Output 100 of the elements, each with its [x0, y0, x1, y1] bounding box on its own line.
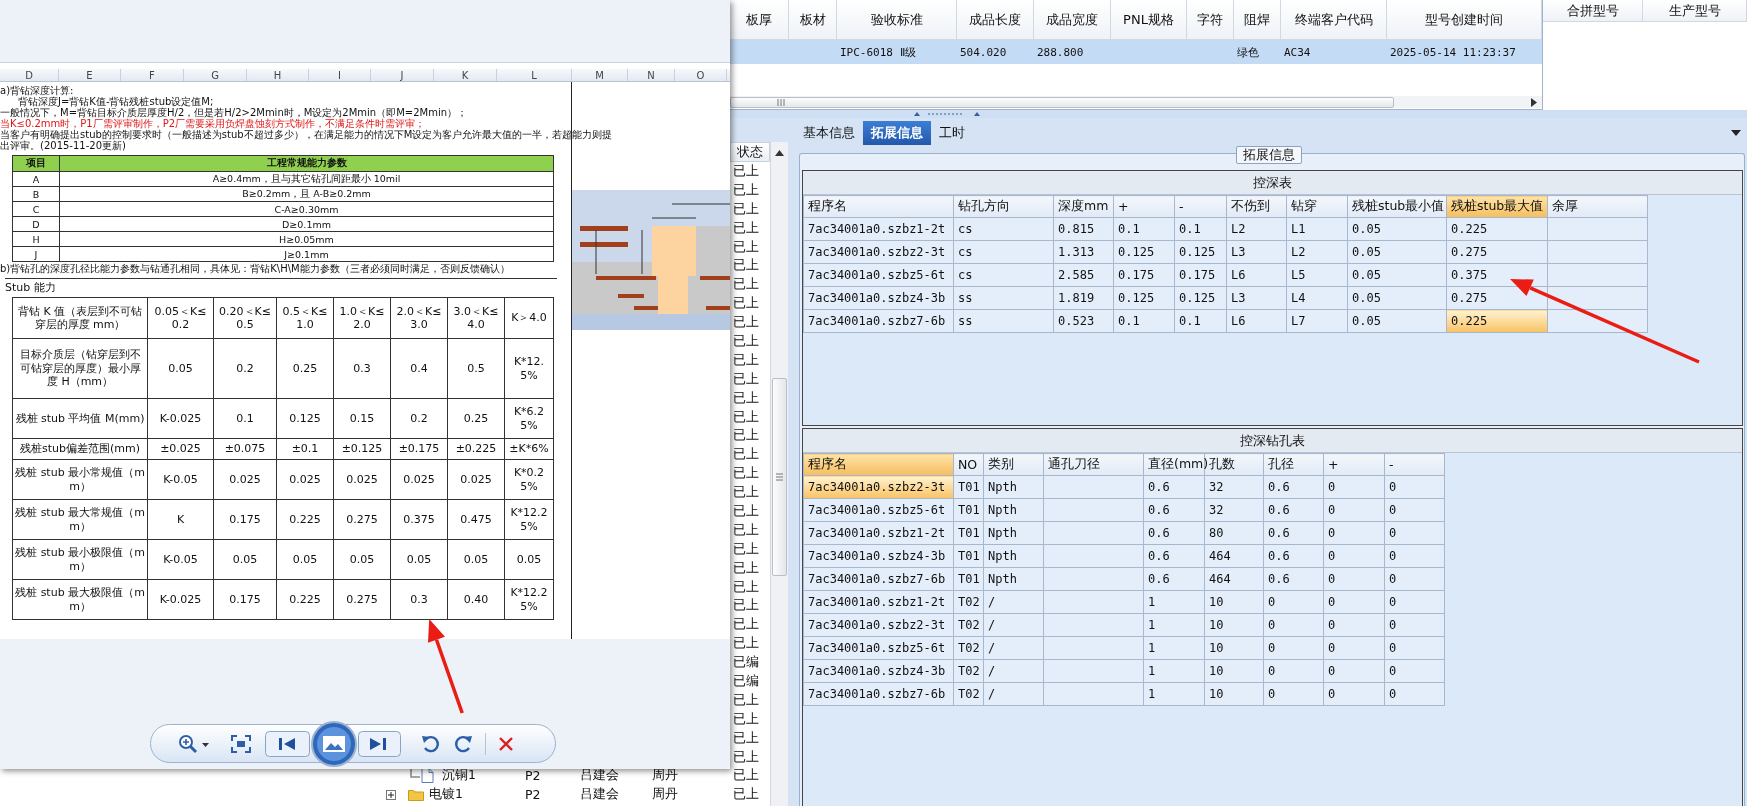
table-cell[interactable]: 7ac34001a0.szbz5-6t: [803, 498, 954, 522]
table-cell[interactable]: 7ac34001a0.szbz5-6t: [803, 263, 954, 287]
table-cell: K-0.025: [147, 398, 214, 439]
column-header[interactable]: D: [0, 69, 59, 81]
column-header[interactable]: 状态: [730, 142, 770, 162]
column-header[interactable]: E: [59, 69, 121, 81]
column-header[interactable]: N: [628, 69, 675, 81]
table-cell: 目标介质层（钻穿层到不可钻穿层的厚度）最小厚度 H（mm）: [12, 338, 148, 399]
table-cell: 0.025: [333, 459, 391, 500]
table-cell[interactable]: 7ac34001a0.szbz5-6t: [803, 636, 954, 660]
column-header[interactable]: I: [309, 69, 371, 81]
table-cell-text: 已上: [732, 502, 760, 520]
table-cell: D: [12, 216, 60, 232]
column-header[interactable]: 板厚: [730, 0, 789, 40]
table-cell: K*12.25%: [504, 579, 554, 620]
column-header[interactable]: H: [247, 69, 309, 81]
table-cell[interactable]: 7ac34001a0.szbz4-3b: [803, 659, 954, 683]
column-header[interactable]: -: [1174, 195, 1227, 218]
column-header[interactable]: 深度mm: [1053, 195, 1114, 218]
column-header[interactable]: 钻穿: [1286, 195, 1348, 218]
column-header[interactable]: F: [121, 69, 184, 81]
table-cell-text: 已上: [732, 539, 760, 558]
column-header[interactable]: PNL规格: [1111, 0, 1187, 40]
tab[interactable]: 工时: [931, 121, 973, 145]
table-cell: 背钻 K 值（表层到不可钻穿层的厚度 mm）: [12, 297, 148, 339]
table-cell: 0.375: [390, 499, 448, 540]
column-header[interactable]: 余厚: [1547, 195, 1648, 218]
column-header[interactable]: J: [371, 69, 434, 81]
column-header[interactable]: 通孔刀径: [1043, 453, 1144, 476]
note-line: a)背钻深度计算:: [0, 85, 74, 96]
column-header[interactable]: 合拼型号: [1543, 0, 1643, 22]
column-header[interactable]: 程序名: [803, 453, 954, 476]
table-cell-text: 已上: [732, 313, 760, 332]
column-header[interactable]: M: [572, 69, 628, 81]
tree-item-label[interactable]: 沉铜1: [442, 767, 476, 785]
column-header[interactable]: L: [497, 69, 572, 81]
table-cell[interactable]: 7ac34001a0.szbz4-3b: [803, 286, 954, 310]
column-header[interactable]: 残桩stub最大值: [1446, 195, 1548, 218]
column-header[interactable]: 钻孔方向: [953, 195, 1054, 218]
column-header[interactable]: NO: [953, 453, 984, 476]
column-header[interactable]: 类别: [983, 453, 1044, 476]
column-header[interactable]: 型号创建时间: [1387, 0, 1542, 40]
column-header[interactable]: -: [1384, 453, 1445, 476]
column-header[interactable]: +: [1323, 453, 1385, 476]
table-cell: K-0.05: [147, 539, 214, 580]
tab[interactable]: 基本信息: [795, 121, 863, 145]
table-cell: 0.05: [390, 539, 448, 580]
tab[interactable]: 拓展信息: [863, 121, 931, 145]
column-header[interactable]: 程序名: [803, 195, 954, 218]
column-header[interactable]: 直径(mm): [1143, 453, 1205, 476]
column-header[interactable]: O: [675, 69, 727, 81]
table-cell[interactable]: 7ac34001a0.szbz2-3t: [803, 613, 954, 637]
table-cell-text: 已上: [732, 275, 760, 294]
table-cell[interactable]: 7ac34001a0.szbz2-3t: [803, 240, 954, 264]
column-header[interactable]: 成品宽度: [1034, 0, 1111, 40]
table-cell: ±0.225: [447, 438, 505, 460]
table-cell[interactable]: 7ac34001a0.szbz1-2t: [803, 521, 954, 545]
table-cell-text: 已上: [732, 332, 760, 350]
table-cell: 0.05: [447, 539, 505, 580]
column-header[interactable]: 生产型号: [1643, 0, 1747, 22]
column-header[interactable]: +: [1113, 195, 1175, 218]
note-line: 一般情况下，M=背钻目标介质层厚度H/2，但是若H/2>2Mmin时，M设定为2Mmin（即M=2Mmin）；: [0, 107, 468, 118]
table-row[interactable]: IPC-6018 Ⅱ级 504.020 288.800 绿色 AC34 2025-05-14 11:23:37: [730, 40, 1542, 64]
table-cell[interactable]: 7ac34001a0.szbz2-3t: [803, 475, 954, 499]
table-cell: H: [12, 231, 60, 247]
table-cell: 0.025: [276, 459, 334, 500]
column-header[interactable]: 阻焊: [1234, 0, 1281, 40]
column-header[interactable]: 残桩stub最小值: [1347, 195, 1447, 218]
tree-item-label[interactable]: 电镀1: [429, 786, 463, 804]
table-cell: 0.5: [447, 338, 505, 399]
column-header[interactable]: 终端客户代码: [1281, 0, 1387, 40]
column-header[interactable]: 成品长度: [957, 0, 1034, 40]
table-cell: 0.275: [333, 499, 391, 540]
table-cell-text: 288.800: [1036, 44, 1085, 61]
column-header: 项目: [12, 155, 60, 172]
table-cell: B: [12, 186, 60, 202]
table-cell-text: 已上: [732, 407, 760, 426]
table-cell: K*12.25%: [504, 499, 554, 540]
table-cell: 0.275: [333, 579, 391, 620]
column-header[interactable]: 验收标准: [837, 0, 957, 40]
column-header: 工程常规能力参数: [59, 155, 554, 172]
table-cell[interactable]: 7ac34001a0.szbz7-6b: [803, 309, 954, 333]
column-header[interactable]: 不伤到: [1226, 195, 1287, 218]
table-cell: 0.175: [213, 579, 277, 620]
table-cell: K-0.05: [147, 459, 214, 500]
column-header[interactable]: 板材: [789, 0, 837, 40]
table-cell-text: 已上: [732, 294, 760, 313]
column-header[interactable]: 字符: [1187, 0, 1234, 40]
column-header[interactable]: 孔径: [1263, 453, 1324, 476]
table-cell: 0.3: [333, 338, 391, 399]
table-cell[interactable]: 7ac34001a0.szbz7-6b: [803, 682, 954, 706]
column-header[interactable]: G: [184, 69, 247, 81]
table-cell[interactable]: 7ac34001a0.szbz7-6b: [803, 567, 954, 591]
column-header[interactable]: K: [434, 69, 497, 81]
table-cell[interactable]: 7ac34001a0.szbz4-3b: [803, 544, 954, 568]
table-cell: ±0.175: [390, 438, 448, 460]
table-cell[interactable]: 7ac34001a0.szbz1-2t: [803, 217, 954, 241]
table-cell[interactable]: 7ac34001a0.szbz1-2t: [803, 590, 954, 614]
table-cell: 2.0＜K≤3.0: [390, 297, 448, 339]
table-cell: 0.05＜K≤0.2: [147, 297, 214, 339]
